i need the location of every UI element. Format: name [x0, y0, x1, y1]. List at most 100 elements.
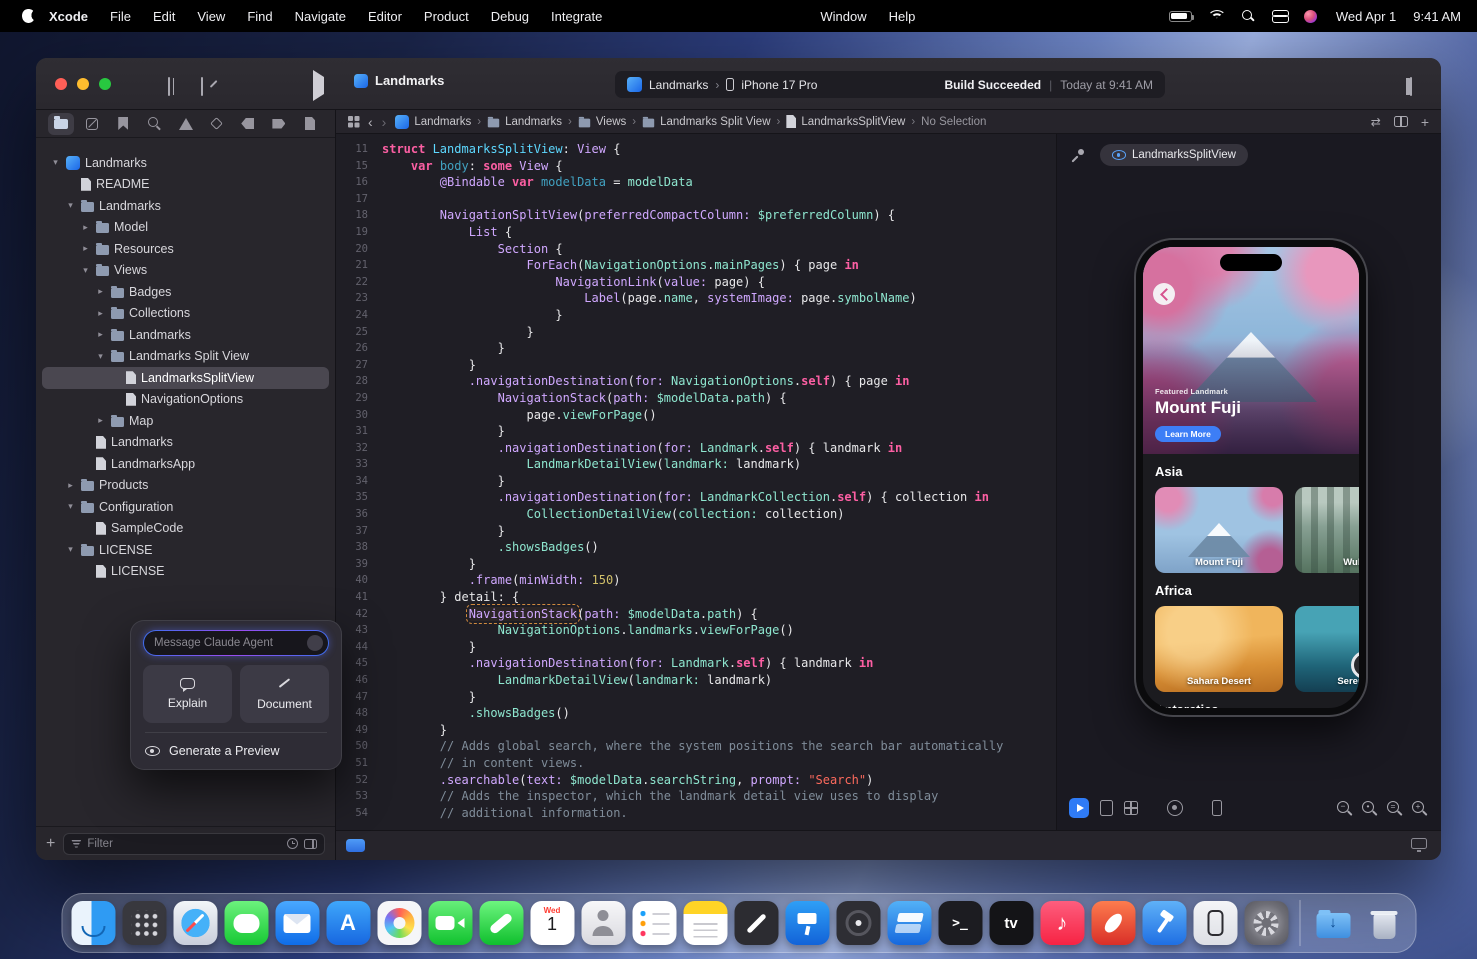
- line-number[interactable]: 29: [336, 390, 382, 407]
- line-number[interactable]: 17: [336, 191, 382, 208]
- code-line-20[interactable]: 20 Section {: [336, 241, 1056, 258]
- run-button[interactable]: [313, 70, 324, 101]
- navigator-item-views[interactable]: ▾Views: [42, 260, 329, 282]
- zoom-fit-icon[interactable]: •: [1361, 800, 1379, 818]
- code-line-27[interactable]: 27 }: [336, 357, 1056, 374]
- navigator-toggle-icon[interactable]: [168, 77, 170, 96]
- line-number[interactable]: 51: [336, 755, 382, 772]
- line-number[interactable]: 41: [336, 589, 382, 606]
- menu-time[interactable]: 9:41 AM: [1413, 9, 1461, 24]
- code-line-50[interactable]: 50 // Adds global search, where the syst…: [336, 738, 1056, 755]
- disclosure-triangle[interactable]: ▾: [95, 351, 106, 362]
- line-number[interactable]: 23: [336, 290, 382, 307]
- code-line-24[interactable]: 24 }: [336, 307, 1056, 324]
- navigator-item-map[interactable]: ▸Map: [42, 410, 329, 432]
- navigator-item-resources[interactable]: ▸Resources: [42, 238, 329, 260]
- dock-downloads-icon[interactable]: [1311, 901, 1355, 945]
- battery-icon[interactable]: [1169, 11, 1192, 22]
- line-number[interactable]: 31: [336, 423, 382, 440]
- navigator-tab-issues[interactable]: [173, 113, 199, 135]
- code-line-53[interactable]: 53 // Adds the inspector, which the land…: [336, 788, 1056, 805]
- disclosure-triangle[interactable]: ▾: [80, 265, 91, 276]
- line-number[interactable]: 11: [336, 141, 382, 158]
- dock-facetime-icon[interactable]: [428, 901, 472, 945]
- recent-files-icon[interactable]: [287, 838, 298, 849]
- back-button[interactable]: ‹: [368, 115, 373, 129]
- navigator-tab-find[interactable]: [141, 113, 167, 135]
- line-number[interactable]: 32: [336, 440, 382, 457]
- navigator-item-products[interactable]: ▸Products: [42, 475, 329, 497]
- code-line-54[interactable]: 54 // additional information.: [336, 805, 1056, 822]
- zoom-in-icon[interactable]: +: [1411, 800, 1429, 818]
- line-number[interactable]: 54: [336, 805, 382, 822]
- code-line-44[interactable]: 44 }: [336, 639, 1056, 656]
- apple-menu-icon[interactable]: [22, 9, 35, 23]
- dock-tv-icon[interactable]: [989, 901, 1033, 945]
- jumpbar-crumb-landmarks[interactable]: Landmarks: [487, 116, 562, 128]
- line-number[interactable]: 36: [336, 506, 382, 523]
- line-number[interactable]: 35: [336, 489, 382, 506]
- code-line-34[interactable]: 34 }: [336, 473, 1056, 490]
- agent-send-icon[interactable]: [307, 635, 323, 651]
- jumpbar-crumb-no-selection[interactable]: No Selection: [921, 116, 986, 128]
- variants-grid-icon[interactable]: [1124, 801, 1138, 815]
- source-editor[interactable]: 11struct LandmarksSplitView: View {15 va…: [336, 134, 1056, 830]
- code-line-21[interactable]: 21 ForEach(NavigationOptions.mainPages) …: [336, 257, 1056, 274]
- navigator-item-model[interactable]: ▸Model: [42, 217, 329, 239]
- code-line-31[interactable]: 31 }: [336, 423, 1056, 440]
- filter-field[interactable]: [63, 833, 325, 855]
- code-line-46[interactable]: 46 LandmarkDetailView(landmark: landmark…: [336, 672, 1056, 689]
- dock-gauge-icon[interactable]: [836, 901, 880, 945]
- editor-adjust-icon[interactable]: [346, 839, 365, 852]
- close-button[interactable]: [55, 78, 67, 90]
- color-scheme-variants-icon[interactable]: [1167, 800, 1183, 816]
- code-line-19[interactable]: 19 List {: [336, 224, 1056, 241]
- menu-edit[interactable]: Edit: [153, 9, 175, 24]
- disclosure-triangle[interactable]: ▸: [95, 308, 106, 319]
- dock-mail-icon[interactable]: [275, 901, 319, 945]
- line-number[interactable]: 27: [336, 357, 382, 374]
- code-line-41[interactable]: 41 } detail: {: [336, 589, 1056, 606]
- navigator-item-landmarks-split-view[interactable]: ▾Landmarks Split View: [42, 346, 329, 368]
- line-number[interactable]: 42: [336, 606, 382, 623]
- menu-product[interactable]: Product: [424, 9, 469, 24]
- preview-back-button[interactable]: [1153, 283, 1175, 305]
- disclosure-triangle[interactable]: ▸: [80, 243, 91, 254]
- display-icon[interactable]: [1411, 838, 1427, 849]
- dock-safari-icon[interactable]: [173, 901, 217, 945]
- menu-navigate[interactable]: Navigate: [295, 9, 346, 24]
- disclosure-triangle[interactable]: ▸: [95, 329, 106, 340]
- zoom-button[interactable]: [99, 78, 111, 90]
- line-number[interactable]: 22: [336, 274, 382, 291]
- jumpbar-crumb-landmarks-split-view[interactable]: Landmarks Split View: [642, 116, 770, 128]
- navigator-tab-project[interactable]: [48, 113, 74, 135]
- line-number[interactable]: 20: [336, 241, 382, 258]
- dock-trash-icon[interactable]: [1362, 901, 1406, 945]
- navigator-tab-reports[interactable]: [297, 113, 323, 135]
- explain-button[interactable]: Explain: [143, 665, 232, 723]
- menu-integrate[interactable]: Integrate: [551, 9, 602, 24]
- dock-xcode-icon[interactable]: [1142, 901, 1186, 945]
- code-line-51[interactable]: 51 // in content views.: [336, 755, 1056, 772]
- code-line-18[interactable]: 18 NavigationSplitView(preferredCompactC…: [336, 207, 1056, 224]
- spotlight-icon[interactable]: [1242, 10, 1255, 23]
- dock-system-settings-icon[interactable]: [1244, 901, 1288, 945]
- disclosure-triangle[interactable]: ▾: [65, 501, 76, 512]
- disclosure-triangle[interactable]: ▾: [65, 544, 76, 555]
- navigator-item-readme[interactable]: README: [42, 174, 329, 196]
- dock-launchpad-icon[interactable]: [122, 901, 166, 945]
- dock-rocket-icon[interactable]: [1091, 901, 1135, 945]
- navigator-item-samplecode[interactable]: SampleCode: [42, 518, 329, 540]
- code-line-37[interactable]: 37 }: [336, 523, 1056, 540]
- navigator-item-landmarksapp[interactable]: LandmarksApp: [42, 453, 329, 475]
- preview-target-badge[interactable]: LandmarksSplitView: [1100, 144, 1248, 166]
- landmark-card-fuji[interactable]: Mount Fuji: [1155, 487, 1283, 573]
- navigator-item-landmarks[interactable]: ▸Landmarks: [42, 324, 329, 346]
- disclosure-triangle[interactable]: ▸: [95, 286, 106, 297]
- siri-icon[interactable]: [1304, 10, 1317, 23]
- code-line-42[interactable]: 42 NavigationStack(path: $modelData.path…: [336, 606, 1056, 623]
- line-number[interactable]: 53: [336, 788, 382, 805]
- line-number[interactable]: 26: [336, 340, 382, 357]
- iphone-preview-screen[interactable]: Featured Landmark Mount Fuji Learn More …: [1143, 247, 1359, 708]
- navigator-item-license[interactable]: LICENSE: [42, 561, 329, 583]
